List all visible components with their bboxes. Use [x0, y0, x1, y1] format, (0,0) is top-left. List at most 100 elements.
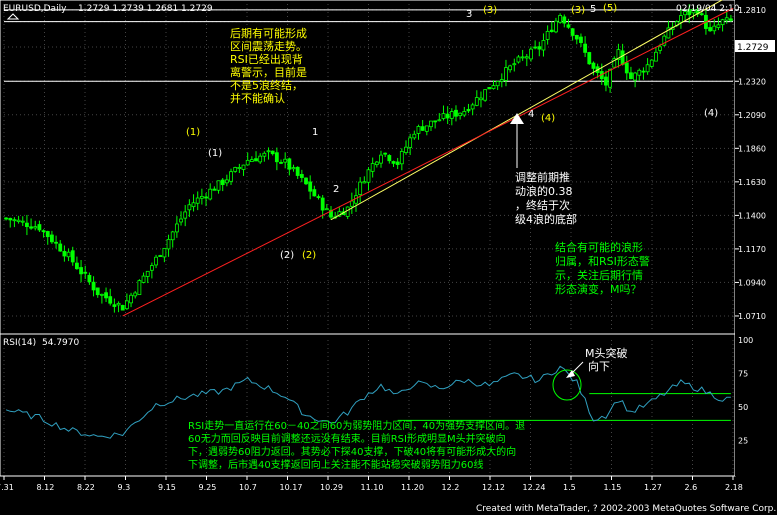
- candle-body: [362, 181, 367, 184]
- date-tick-labels: 7.31 8.12 8.22 9.3 9.15 9.25 10.7 10.17 10.29 11.…: [0, 476, 743, 492]
- date-tick-label: 10.7: [239, 483, 257, 492]
- candle-body: [41, 230, 46, 233]
- candle-body: [25, 222, 29, 227]
- candle-body: [104, 292, 108, 299]
- footer-credit: Created with MetaTrader, ? 2002-2003 Met…: [476, 504, 776, 514]
- candle-body: [487, 87, 492, 90]
- date-tick-label: 2.6: [685, 483, 698, 492]
- candle-body: [212, 188, 217, 191]
- candle-body: [162, 247, 167, 258]
- candle-body: [712, 25, 717, 32]
- candle-body: [208, 188, 213, 200]
- note-line: 下，遇弱势60阻力返回。其势必下探40支撑，下破40将有可能形成大的向: [188, 445, 516, 458]
- candle-body: [570, 28, 575, 36]
- candle-body: [33, 226, 38, 229]
- date-tick-label: 9.25: [199, 483, 217, 492]
- candle-body: [529, 48, 533, 60]
- candle-body: [637, 69, 642, 76]
- candle-body: [545, 30, 550, 40]
- candle-body: [70, 250, 75, 263]
- candle-body: [399, 151, 404, 165]
- candle-body: [45, 231, 50, 238]
- rsi-value: 54.7970: [42, 338, 79, 348]
- current-price-label: 1.2729: [737, 43, 769, 53]
- symbol-label: EURUSD,Daily: [3, 4, 67, 14]
- candle-body: [474, 97, 479, 106]
- price-tick-label: 1.1860: [738, 144, 766, 153]
- candle-body: [724, 17, 729, 21]
- candle-body: [20, 220, 25, 223]
- candle-body: [233, 167, 238, 172]
- rsi-tick-label: 25: [738, 437, 748, 446]
- candle-body: [116, 302, 121, 306]
- wave-label: (4): [541, 113, 555, 124]
- candle-body: [524, 56, 529, 59]
- candle-body: [441, 113, 446, 119]
- candle-body: [508, 65, 513, 71]
- candle-body: [262, 152, 267, 157]
- price-tick-label: 1.1170: [738, 245, 766, 254]
- candle-body: [249, 159, 254, 162]
- candle-body: [245, 159, 250, 166]
- note-line: 形态演变，M吗？: [555, 282, 642, 296]
- candle-body: [224, 179, 229, 184]
- price-tick-label: 1.0940: [738, 278, 766, 287]
- wave-label: 4: [528, 109, 534, 120]
- wave-label: (1): [186, 127, 200, 138]
- metatrader-chart: 1.28101.25551.23201.20901.18601.16301.14…: [0, 0, 777, 514]
- candle-body: [716, 24, 721, 28]
- price-tick-label: 1.1630: [738, 178, 766, 187]
- date-tick-label: 9.3: [118, 483, 131, 492]
- date-tick-label: 11.20: [401, 483, 424, 492]
- candle-body: [149, 265, 154, 271]
- date-tick-label: 1.5: [563, 483, 576, 492]
- note-line: 级4浪的底部: [515, 212, 577, 226]
- note-line: 结合有可能的浪形: [555, 240, 643, 254]
- wave-label: 2: [333, 184, 339, 195]
- candle-body: [12, 219, 17, 222]
- candle-body: [608, 68, 613, 88]
- candle-body: [99, 293, 104, 296]
- candle-body: [383, 152, 388, 155]
- candle-body: [141, 275, 146, 283]
- date-tick-label: 12.24: [523, 483, 546, 492]
- candle-body: [520, 56, 525, 59]
- rsi-tick-label: 50: [738, 403, 748, 412]
- wave-label: (5): [603, 3, 617, 14]
- candle-body: [120, 305, 125, 311]
- candle-body: [408, 137, 413, 148]
- candle-body: [124, 300, 129, 310]
- candle-body: [499, 79, 504, 82]
- candle-body: [95, 287, 100, 296]
- candle-body: [241, 164, 246, 170]
- candle-body: [445, 113, 450, 119]
- candle-body: [624, 62, 629, 74]
- candle-body: [295, 166, 300, 176]
- note-line: 并不能确认: [230, 91, 285, 105]
- candle-body: [283, 158, 288, 163]
- candle-body: [658, 46, 662, 51]
- candle-body: [512, 63, 517, 66]
- candle-body: [533, 46, 538, 49]
- candle-body: [304, 177, 308, 185]
- candle-body: [645, 64, 650, 73]
- candle-body: [349, 200, 354, 207]
- candle-body: [229, 171, 233, 182]
- date-tick-label: 10.29: [320, 483, 343, 492]
- candle-body: [479, 97, 483, 101]
- candle-body: [91, 281, 96, 291]
- ohlc-label: 1.2729 1.2739 1.2681 1.2729: [78, 4, 213, 14]
- candle-body: [274, 152, 279, 163]
- candle-body: [195, 197, 200, 204]
- price-tick-label: 1.0710: [738, 312, 766, 321]
- candle-body: [458, 112, 463, 117]
- candle-body: [583, 43, 588, 53]
- candle-body: [166, 239, 171, 250]
- candle-body: [16, 219, 21, 222]
- candle-body: [708, 27, 712, 32]
- candle-body: [279, 161, 283, 164]
- candle-body: [566, 24, 571, 28]
- candle-body: [358, 181, 363, 195]
- candle-body: [54, 241, 58, 244]
- candle-body: [433, 120, 438, 123]
